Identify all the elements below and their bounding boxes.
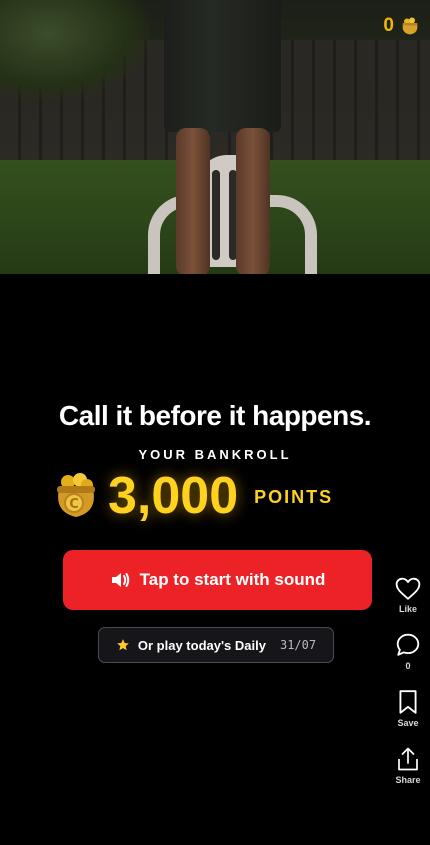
person-leg-left <box>176 128 210 274</box>
chair-slat <box>212 170 220 260</box>
speaker-icon <box>111 573 129 587</box>
like-button[interactable]: Like <box>395 577 421 614</box>
foliage-background <box>0 0 150 100</box>
svg-text:C: C <box>69 497 79 512</box>
star-icon <box>117 639 129 651</box>
person-shorts <box>164 0 281 132</box>
comment-count: 0 <box>405 661 411 671</box>
play-daily-button[interactable]: Or play today's Daily 31/07 <box>98 627 334 663</box>
bookmark-icon <box>399 690 417 714</box>
like-label: Like <box>398 604 417 614</box>
side-action-bar: Like 0 Save Share <box>392 577 424 803</box>
share-label: Share <box>395 775 421 785</box>
bankroll-amount: 3,000 <box>108 467 239 525</box>
share-icon <box>398 747 418 771</box>
start-with-sound-label: Tap to start with sound <box>139 570 326 589</box>
daily-date: 31/07 <box>279 638 317 652</box>
save-button[interactable]: Save <box>397 689 419 728</box>
coin-count: 0 <box>383 15 394 36</box>
comment-icon <box>396 633 420 656</box>
play-daily-label: Or play today's Daily <box>137 637 266 653</box>
bankroll-label: YOUR BANKROLL <box>138 447 292 462</box>
person-leg-right <box>236 128 270 274</box>
start-with-sound-button[interactable]: Tap to start with sound <box>63 550 372 610</box>
coin-pot-icon <box>402 17 418 35</box>
bankroll-unit: POINTS <box>254 486 334 507</box>
heart-icon <box>395 577 421 600</box>
coin-counter: 0 <box>383 15 420 37</box>
save-label: Save <box>397 718 419 728</box>
video-preview <box>0 0 430 274</box>
share-button[interactable]: Share <box>395 746 421 785</box>
headline: Call it before it happens. <box>58 400 372 431</box>
comment-button[interactable]: 0 <box>395 632 421 671</box>
bankroll-display: C 3,000 POINTS <box>52 466 333 526</box>
gold-pot-icon: C <box>57 473 95 517</box>
